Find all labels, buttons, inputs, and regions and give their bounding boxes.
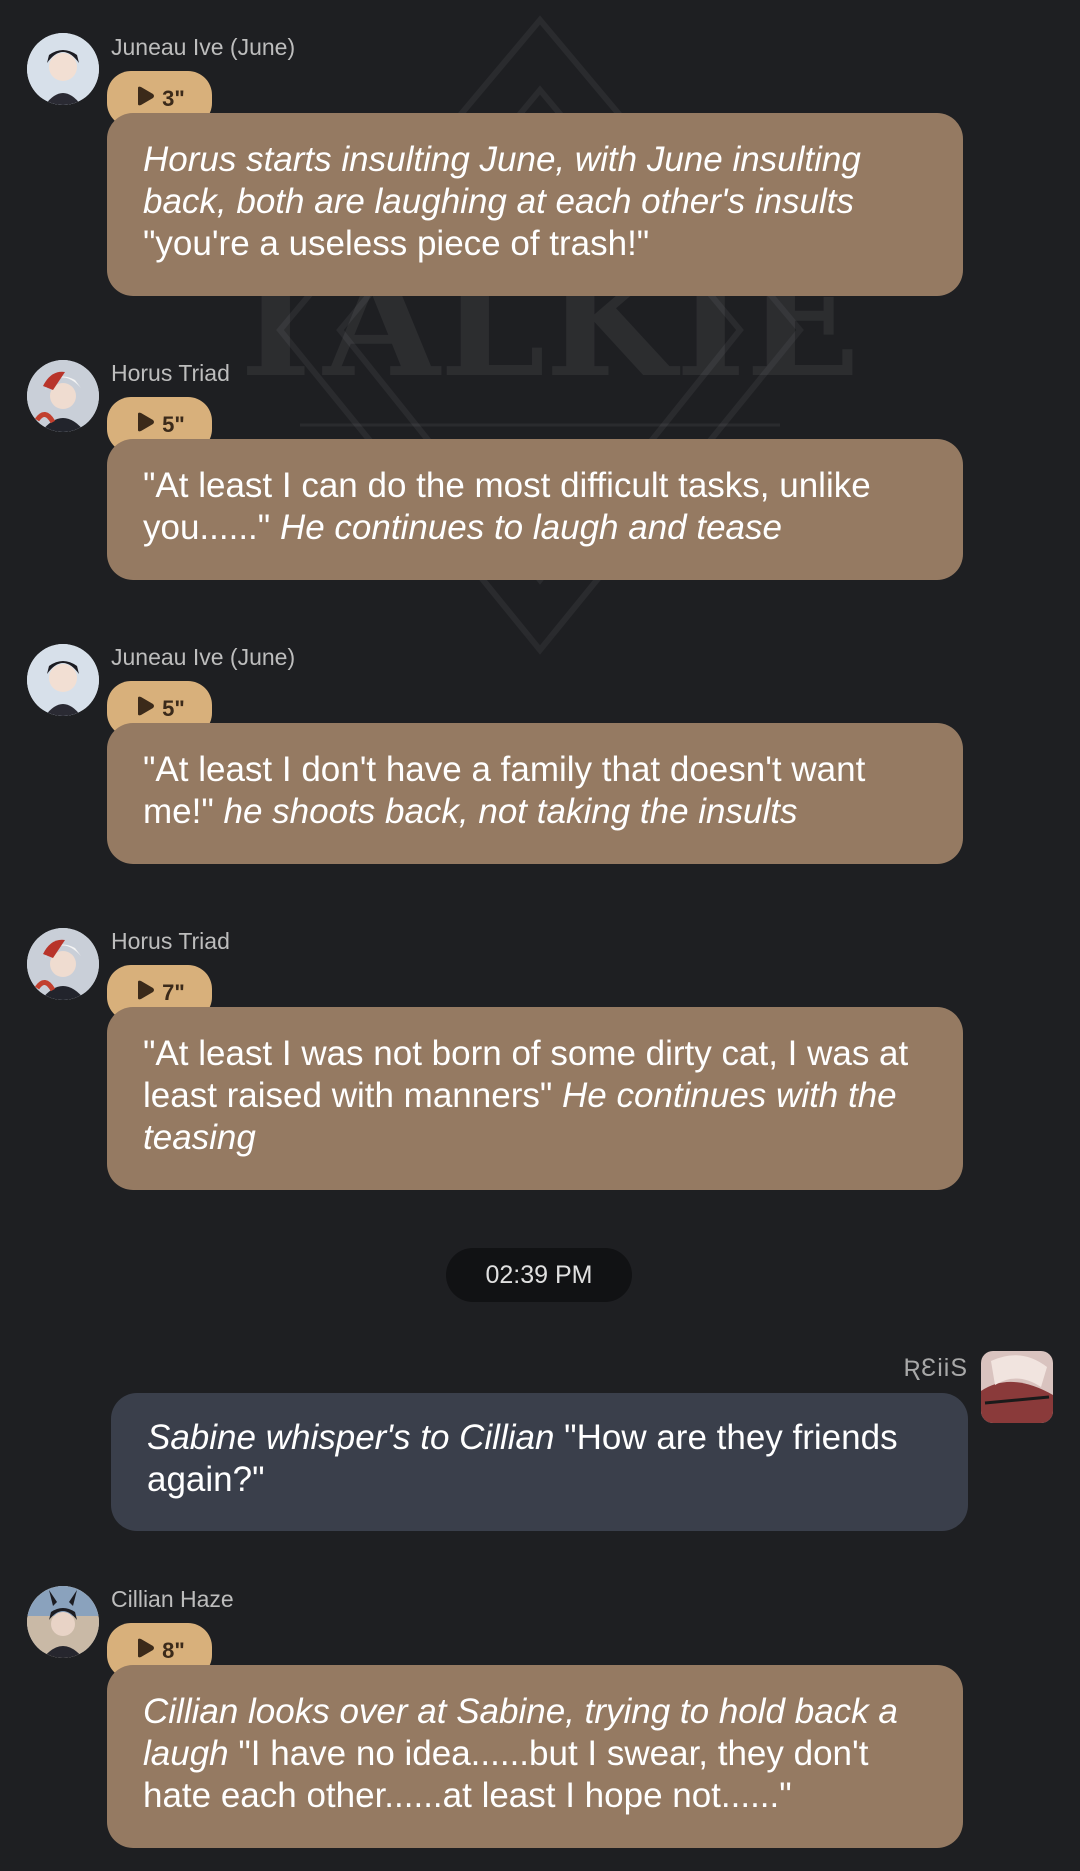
timestamp-pill: 02:39 PM	[446, 1248, 632, 1302]
speech-text: "you're a useless piece of trash!"	[143, 224, 650, 263]
play-icon	[134, 85, 156, 113]
sender-name: Horus Triad	[111, 928, 230, 954]
action-text: Horus starts insulting June, with June i…	[143, 140, 861, 221]
speech-text: "I have no idea......but I swear, they d…	[143, 1734, 869, 1815]
action-text: He continues to laugh and tease	[279, 508, 782, 547]
message-bubble[interactable]: "At least I don't have a family that doe…	[107, 723, 963, 864]
user-message-bubble[interactable]: Sabine whisper's to Cillian "How are the…	[111, 1393, 968, 1531]
voice-duration: 5"	[162, 412, 185, 437]
play-icon	[134, 979, 156, 1007]
avatar-horus[interactable]	[27, 928, 99, 1000]
user-avatar[interactable]	[981, 1351, 1053, 1423]
avatar-juneau[interactable]	[27, 33, 99, 105]
action-text: Sabine whisper's to Cillian	[147, 1418, 555, 1457]
sender-name: Horus Triad	[111, 360, 230, 386]
play-icon	[134, 1637, 156, 1665]
play-icon	[134, 695, 156, 723]
voice-duration: 3"	[162, 86, 185, 111]
avatar-juneau[interactable]	[27, 644, 99, 716]
play-icon	[134, 411, 156, 439]
message-bubble[interactable]: "At least I can do the most difficult ta…	[107, 439, 963, 580]
message-bubble[interactable]: "At least I was not born of some dirty c…	[107, 1007, 963, 1190]
voice-duration: 8"	[162, 1638, 185, 1663]
voice-duration: 7"	[162, 980, 185, 1005]
voice-duration: 5"	[162, 696, 185, 721]
user-name: ƦƐiiS	[903, 1354, 968, 1382]
sender-name: Juneau Ive (June)	[111, 644, 296, 670]
message-bubble[interactable]: Horus starts insulting June, with June i…	[107, 113, 963, 296]
action-text: he shoots back, not taking the insults	[223, 792, 798, 831]
sender-name: Juneau Ive (June)	[111, 34, 296, 60]
message-bubble[interactable]: Cillian looks over at Sabine, trying to …	[107, 1665, 963, 1848]
avatar-horus[interactable]	[27, 360, 99, 432]
avatar-cillian[interactable]	[27, 1586, 99, 1658]
sender-name: Cillian Haze	[111, 1586, 234, 1612]
